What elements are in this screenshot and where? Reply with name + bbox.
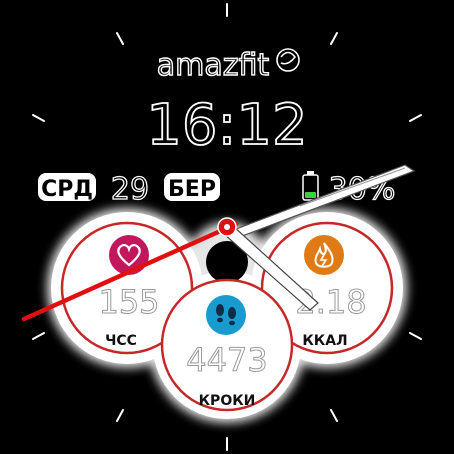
heart-rate-value: 155 bbox=[98, 283, 159, 321]
battery-fill bbox=[305, 192, 316, 198]
tick-8 bbox=[32, 332, 45, 340]
tick-5 bbox=[330, 409, 338, 422]
date-day: 29 bbox=[111, 172, 149, 207]
tick-4 bbox=[409, 332, 422, 340]
heart-rate-label: ЧСС bbox=[105, 333, 137, 349]
brand-swirl-icon bbox=[276, 48, 300, 72]
steps-label: КРОКИ bbox=[199, 393, 256, 409]
date-month: БЕР bbox=[168, 177, 216, 202]
watch-face: amazfit 16:12 СРД 29 БЕР 30% 155 ЧСС 2.1… bbox=[0, 0, 454, 454]
digital-time: 16:12 bbox=[146, 93, 307, 158]
brand-logo: amazfit bbox=[157, 48, 270, 83]
tick-11 bbox=[116, 32, 124, 45]
battery-icon bbox=[302, 171, 319, 201]
footsteps-icon-bg bbox=[206, 295, 246, 335]
tick-10 bbox=[32, 114, 45, 122]
tick-1 bbox=[330, 32, 338, 45]
heart-icon-bg bbox=[109, 235, 149, 275]
steps-value: 4473 bbox=[186, 341, 267, 379]
tick-7 bbox=[116, 409, 124, 422]
tick-2 bbox=[409, 114, 422, 122]
date-weekday: СРД bbox=[41, 177, 93, 202]
calories-label: ККАЛ bbox=[302, 333, 347, 349]
